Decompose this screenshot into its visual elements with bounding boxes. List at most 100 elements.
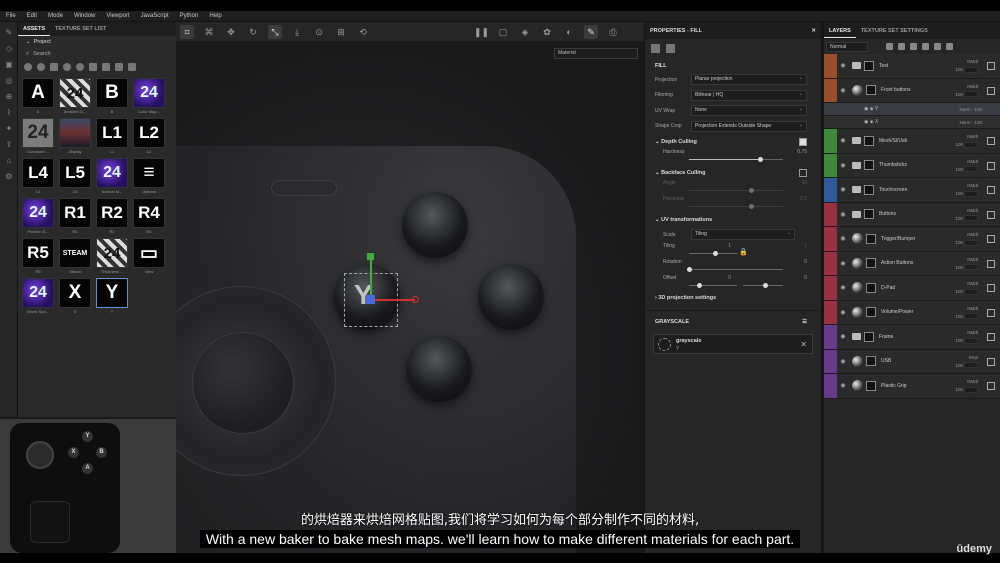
property-dropdown[interactable]: Bilinear | HQ (691, 89, 807, 101)
layer-row[interactable]: ◉ Volume/Power NMdt 100 (824, 300, 1000, 325)
paint-icon[interactable]: ✎ (584, 24, 598, 39)
layer-mask-thumbnail[interactable] (864, 160, 874, 171)
rotate-icon[interactable]: ↻ (246, 25, 260, 39)
effect-blend[interactable]: Norm (959, 107, 970, 112)
layer-row[interactable]: ◉ Thumbsticks NMdt 100 (824, 153, 1000, 178)
layer-blend[interactable]: NMdt 100 (955, 231, 978, 247)
layer-mask-thumbnail[interactable] (866, 85, 876, 96)
asset-item[interactable]: 24 Normal M... (96, 158, 128, 195)
layer-row[interactable]: ◉ Touchscreen NMdt 100 (824, 178, 1000, 203)
snap-icon[interactable]: ⤓ (290, 25, 304, 39)
layer-select-checkbox[interactable] (987, 62, 995, 70)
paint-brush-icon[interactable]: ✎ (4, 28, 14, 38)
visibility-eye-icon[interactable]: ◉ (837, 235, 849, 242)
slider-knob[interactable] (713, 250, 718, 256)
visibility-eye-icon[interactable]: ◉ (837, 382, 849, 389)
layer-row[interactable]: ◉ Front buttons NMdt 100 (824, 78, 1000, 103)
layer-select-checkbox[interactable] (987, 333, 995, 341)
layer-blend[interactable]: NMdt 100 (955, 158, 978, 174)
fill-tab-icon[interactable] (651, 43, 660, 53)
layer-mask-thumbnail[interactable] (866, 356, 876, 367)
filter-texture-icon[interactable] (50, 63, 58, 71)
layer-row[interactable]: ◉ Text NMdt 100 (824, 54, 1000, 79)
layer-blend[interactable]: NMdt 100 (955, 305, 978, 321)
visibility-eye-icon[interactable]: ◉ (837, 333, 849, 340)
menu-item-edit[interactable]: Edit (27, 13, 37, 19)
opacity-field[interactable] (964, 264, 978, 271)
layer-mask-thumbnail[interactable] (866, 307, 876, 318)
asset-item[interactable]: R4 R4 (133, 198, 165, 235)
tiling-slider[interactable]: Tiling 1 🔒 1 (645, 243, 821, 259)
camera-icon[interactable]: ▢ (496, 25, 510, 39)
opacity-field[interactable] (964, 313, 978, 320)
asset-item[interactable]: ≡ Options (133, 158, 165, 195)
grayscale-resource[interactable]: grayscale Y ✕ (653, 333, 813, 354)
asset-item[interactable]: STEAM Steam (59, 238, 91, 275)
menu-item-window[interactable]: Window (74, 13, 95, 19)
asset-item[interactable]: XX (59, 278, 91, 315)
menu-item-javascript[interactable]: JavaScript (141, 13, 169, 19)
visibility-eye-icon[interactable]: ◉ (837, 358, 849, 365)
tab-texture-set-list[interactable]: TEXTURE SET LIST (50, 22, 111, 36)
asset-item[interactable]: YY (96, 278, 128, 315)
effect-opacity[interactable]: 100 (974, 107, 982, 112)
filter-environment-icon[interactable] (115, 63, 123, 71)
search-bar[interactable]: ⌕ Search (18, 48, 176, 60)
project-breadcrumb[interactable]: ⌄ Project (18, 36, 176, 48)
layer-mask-thumbnail[interactable] (866, 380, 876, 391)
delete-layer-icon[interactable] (946, 43, 953, 50)
asset-item[interactable]: ▭ View (133, 238, 165, 275)
reset-icon[interactable]: ⟲ (356, 25, 370, 39)
layer-mask-thumbnail[interactable] (866, 258, 876, 269)
local-space-icon[interactable]: ⊞ (334, 25, 348, 39)
tab-assets[interactable]: ASSETS (18, 22, 51, 36)
effect-opacity[interactable]: 100 (974, 120, 982, 125)
list-icon[interactable]: ☰ (802, 319, 807, 325)
asset-item[interactable]: 24 World Spa... (22, 278, 54, 315)
layer-select-checkbox[interactable] (987, 382, 995, 390)
asset-item[interactable]: 24 Thickness ... (96, 238, 128, 275)
add-folder-icon[interactable] (934, 43, 941, 50)
visibility-eye-icon[interactable]: ◉ (837, 211, 849, 218)
visibility-eye-icon[interactable]: ◉ (837, 260, 849, 267)
asset-item[interactable]: AA (22, 78, 54, 115)
viewport-material-dropdown[interactable]: Material (554, 48, 638, 59)
asset-item[interactable]: 24 Position S... (22, 198, 54, 235)
visibility-eye-icon[interactable]: ◉ (837, 162, 849, 169)
layer-mask-thumbnail[interactable] (864, 135, 874, 146)
asset-item[interactable]: R5 R5 (22, 238, 54, 275)
layer-blend[interactable]: NMdt 100 (955, 329, 978, 345)
visibility-eye-icon[interactable]: ◉ (837, 62, 849, 69)
menu-item-python[interactable]: Python (180, 13, 199, 19)
offset-slider[interactable]: Offset 0 0 (645, 275, 821, 291)
layer-row[interactable]: ◉ Mesh/Sl/Usb NMdt 100 (824, 129, 1000, 154)
opacity-field[interactable] (964, 362, 978, 369)
blend-mode-dropdown[interactable]: Normal (826, 41, 868, 52)
layer-select-checkbox[interactable] (987, 284, 995, 292)
eraser-icon[interactable]: ◇ (4, 44, 14, 54)
menu-item-mode[interactable]: Mode (48, 13, 63, 19)
settings-icon[interactable]: ⚙ (4, 172, 14, 182)
asset-item[interactable]: L1 L1 (96, 118, 128, 155)
uv-transformations-header[interactable]: ⌄ UV transformations (645, 212, 821, 227)
asset-item[interactable]: 24 Curvature ... (22, 118, 54, 155)
filter-alpha-icon[interactable] (89, 63, 97, 71)
backface-culling-checkbox[interactable] (799, 168, 807, 177)
layer-row[interactable]: ◉ Action Buttons NMdt 100 (824, 251, 1000, 276)
asset-item[interactable]: L2 L2 (133, 118, 165, 155)
layer-select-checkbox[interactable] (987, 186, 995, 194)
layer-blend[interactable]: NMdt 100 (955, 378, 978, 394)
visibility-eye-icon[interactable]: ◉ (837, 309, 849, 316)
layer-select-checkbox[interactable] (987, 235, 995, 243)
layer-mask-thumbnail[interactable] (864, 60, 874, 71)
depth-culling-header[interactable]: ⌄ Depth Culling (645, 134, 821, 149)
layer-select-checkbox[interactable] (987, 161, 995, 170)
gizmo-y-handle[interactable] (367, 253, 374, 260)
menu-item-file[interactable]: File (6, 13, 16, 19)
pause-icon[interactable]: ❚❚ (474, 25, 489, 39)
asset-item[interactable]: Display (59, 118, 91, 155)
close-icon[interactable]: ✕ (811, 28, 816, 34)
filter-brush-icon[interactable] (76, 63, 84, 71)
opacity-field[interactable] (964, 190, 978, 197)
search-input[interactable]: Search (33, 51, 50, 57)
